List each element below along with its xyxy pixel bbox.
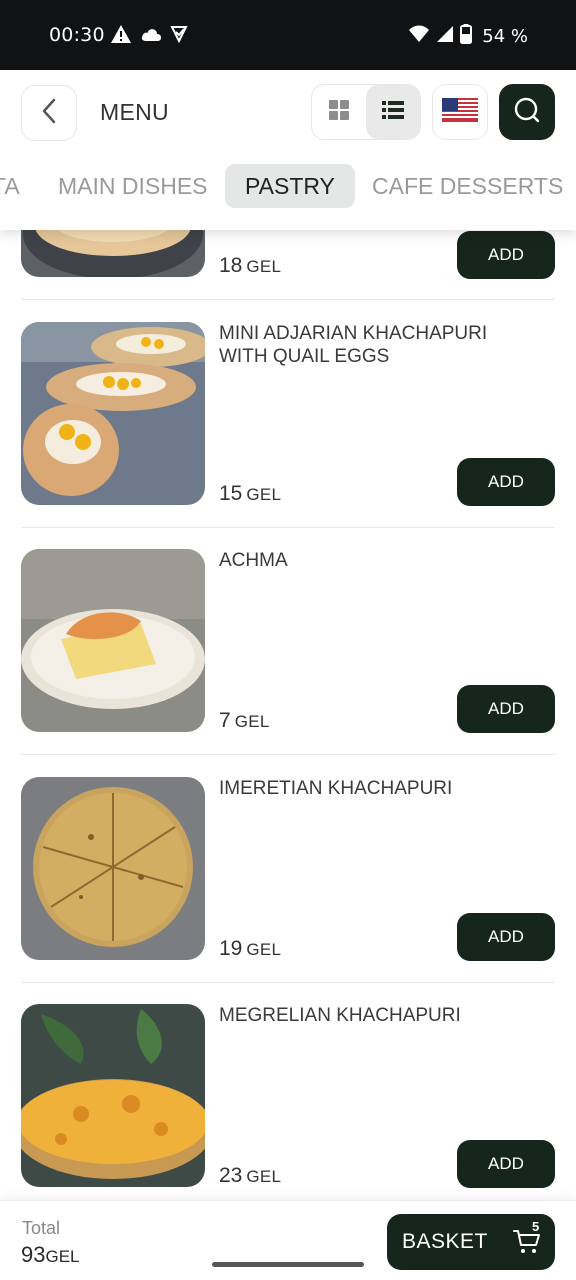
tab-main-dishes[interactable]: MAIN DISHES: [58, 164, 208, 208]
grid-view-icon: [328, 99, 350, 126]
list-item: IMERETIAN KHACHAPURI 19 GEL ADD: [21, 777, 555, 961]
item-price: 23 GEL: [219, 1164, 282, 1187]
add-button[interactable]: ADD: [457, 1140, 555, 1188]
item-price: 7 GEL: [219, 709, 270, 732]
list-item: 18 GEL ADD: [21, 94, 555, 300]
list-view-button[interactable]: [366, 85, 420, 139]
status-icons-left: [110, 24, 188, 49]
list-item: MEGRELIAN KHACHAPURI 23 GEL ADD: [21, 1004, 555, 1188]
total-value: 93GEL: [21, 1242, 80, 1267]
home-indicator[interactable]: [212, 1262, 364, 1267]
add-button[interactable]: ADD: [457, 913, 555, 961]
item-name: MINI ADJARIAN KHACHAPURI WITH QUAIL EGGS: [219, 323, 488, 367]
add-button[interactable]: ADD: [457, 685, 555, 733]
chevron-left-icon: [41, 98, 57, 129]
divider: [21, 299, 555, 300]
add-button[interactable]: ADD: [457, 231, 555, 279]
item-price: 15 GEL: [219, 482, 282, 505]
status-icons-right: 54 %: [408, 24, 528, 49]
us-flag-icon: [442, 97, 478, 127]
status-time: 00:30: [49, 24, 105, 46]
list-item: MINI ADJARIAN KHACHAPURI WITH QUAIL EGGS…: [21, 322, 555, 506]
tab-pastry[interactable]: PASTRY: [225, 164, 355, 208]
category-tabs: TA MAIN DISHES PASTRY CAFE DESSERTS: [0, 164, 576, 210]
item-image: [21, 322, 205, 505]
grid-view-button[interactable]: [312, 85, 366, 139]
item-price: 18 GEL: [219, 254, 282, 277]
back-button[interactable]: [21, 85, 77, 141]
basket-button[interactable]: BASKET 5: [387, 1214, 555, 1270]
battery-icon: [460, 24, 473, 49]
basket-count-badge: 5: [532, 1219, 540, 1234]
item-image: [21, 549, 205, 732]
page-title: MENU: [100, 99, 169, 125]
battery-percent: 54 %: [482, 26, 528, 47]
item-image: [21, 777, 205, 960]
basket-label: BASKET: [402, 1230, 488, 1253]
signal-icon: [436, 25, 454, 48]
search-icon: [513, 96, 541, 129]
tab-ta[interactable]: TA: [0, 164, 20, 208]
item-name: MEGRELIAN KHACHAPURI: [219, 1005, 461, 1026]
divider: [21, 754, 555, 755]
wifi-icon: [408, 25, 430, 48]
item-price: 19 GEL: [219, 937, 282, 960]
tab-cafe-desserts[interactable]: CAFE DESSERTS: [372, 164, 563, 208]
alert-icon: [110, 24, 132, 49]
divider: [21, 982, 555, 983]
language-button[interactable]: [432, 84, 488, 140]
item-image: [21, 1004, 205, 1187]
check-shield-icon: [170, 25, 188, 48]
list-view-icon: [382, 100, 404, 125]
item-name: ACHMA: [219, 550, 288, 571]
item-name: IMERETIAN KHACHAPURI: [219, 778, 453, 799]
cloud-icon: [140, 26, 162, 47]
status-bar: 00:30 54 %: [0, 0, 576, 70]
list-item: ACHMA 7 GEL ADD: [21, 549, 555, 733]
add-button[interactable]: ADD: [457, 458, 555, 506]
total-label: Total: [22, 1218, 61, 1238]
basket-footer: Total 93GEL BASKET 5: [0, 1200, 576, 1280]
app-header: MENU A MAIN DISHES PASTRY CAFE DESSERTS: [0, 70, 576, 230]
search-button[interactable]: [499, 84, 555, 140]
view-toggle: [311, 84, 421, 140]
divider: [21, 527, 555, 528]
